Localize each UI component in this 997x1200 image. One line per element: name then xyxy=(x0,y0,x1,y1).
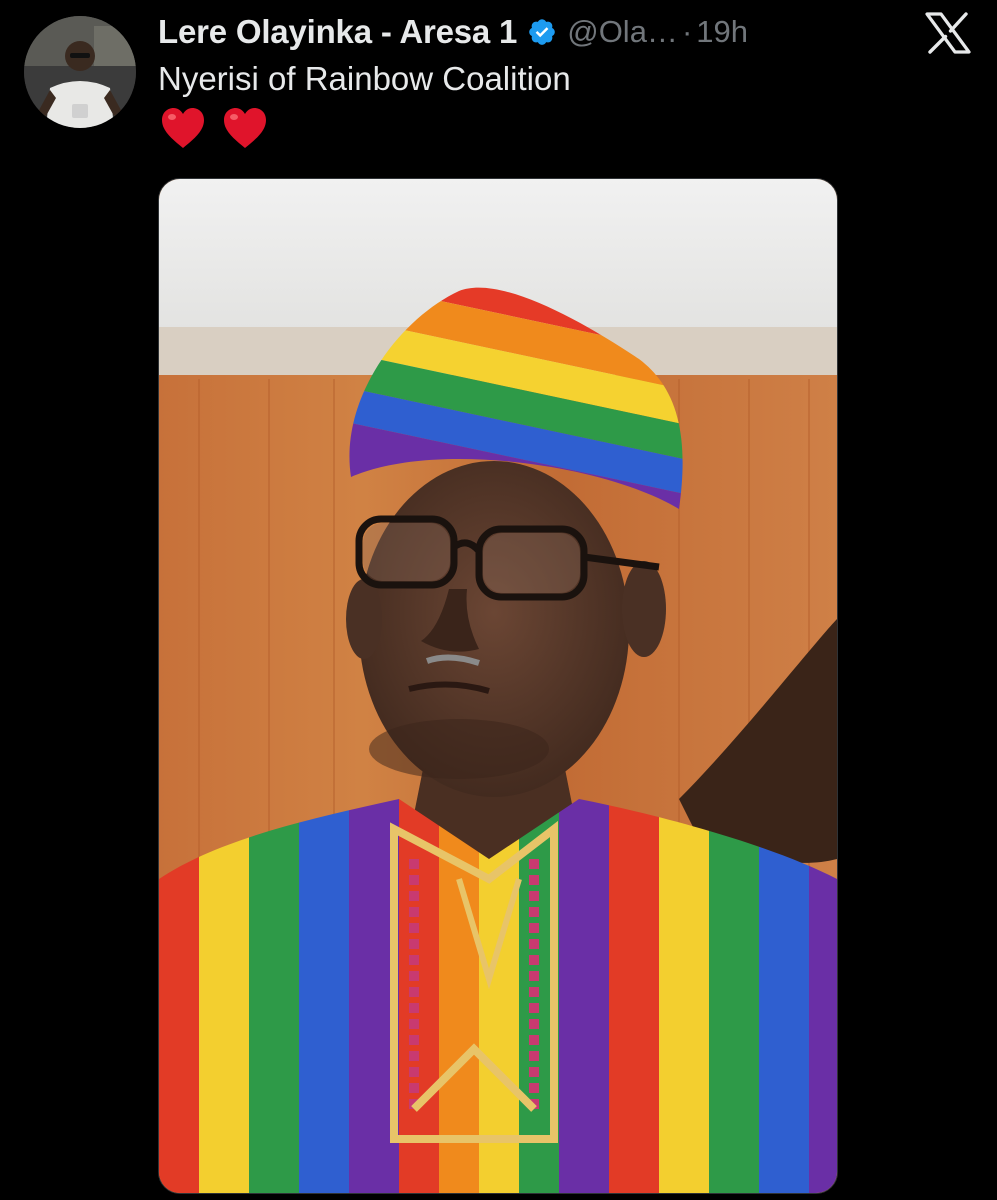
verified-badge-icon xyxy=(527,17,557,47)
avatar[interactable] xyxy=(24,16,136,128)
tweet-text: Nyerisi of Rainbow Coalition xyxy=(158,60,571,97)
emoji-row xyxy=(160,106,268,154)
display-name[interactable]: Lere Olayinka - Aresa 1 xyxy=(158,13,517,51)
tweet-photo[interactable] xyxy=(158,178,838,1194)
tweet-header: Lere Olayinka - Aresa 1 @Ola… · 19h xyxy=(158,10,748,54)
separator-dot: · xyxy=(681,14,693,49)
photo-illustration xyxy=(159,179,837,1193)
user-handle[interactable]: @Ola… xyxy=(567,14,678,50)
x-logo-icon[interactable] xyxy=(925,12,971,54)
avatar-image xyxy=(24,16,136,128)
red-heart-icon xyxy=(160,106,206,150)
timestamp[interactable]: 19h xyxy=(696,14,748,50)
red-heart-icon xyxy=(222,106,268,150)
